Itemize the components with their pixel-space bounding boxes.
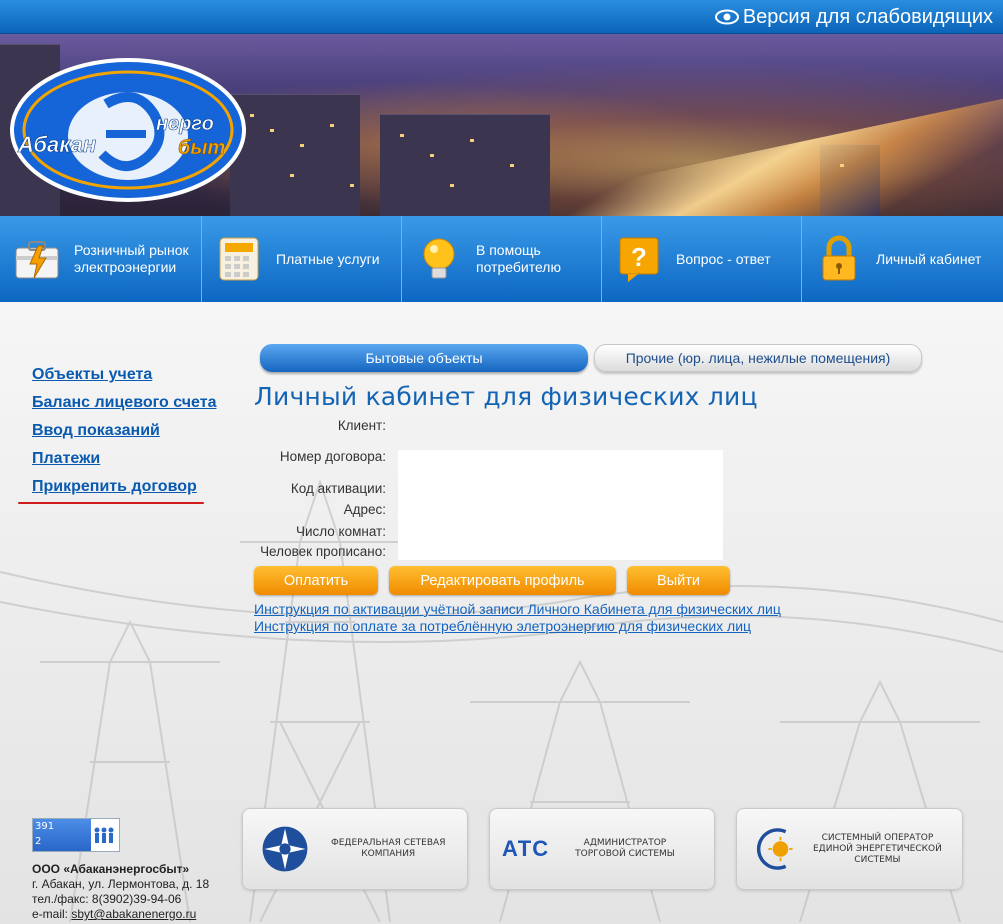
object-type-tabs: Бытовые объекты Прочие (юр. лица, нежилы…: [260, 344, 922, 372]
power-case-icon: [15, 241, 59, 279]
accessibility-version-label: Версия для слабовидящих: [742, 5, 993, 28]
visitor-counter[interactable]: 391 2: [32, 818, 120, 852]
main-nav: Розничный рынок электроэнергии Платные у…: [0, 216, 1003, 302]
activation-instruction-link[interactable]: Инструкция по активации учётной записи Л…: [254, 601, 781, 617]
question-icon: ?: [619, 237, 659, 282]
nav-item-faq[interactable]: ? Вопрос - ответ: [602, 216, 802, 302]
org-name: ООО «Абаканэнергосбыт»: [32, 862, 190, 876]
accessibility-version-link[interactable]: Версия для слабовидящих: [714, 4, 993, 30]
sidebar-item-attach-contract[interactable]: Прикрепить договор: [32, 478, 216, 496]
svg-text:Абакан: Абакан: [17, 132, 96, 157]
sidebar-menu: Объекты учета Баланс лицевого счета Ввод…: [32, 366, 216, 506]
header-banner: Абакан нерго быт: [0, 34, 1003, 216]
field-label-client: Клиент:: [337, 418, 386, 433]
nav-item-retail-market[interactable]: Розничный рынок электроэнергии: [0, 216, 202, 302]
field-label-address: Адрес:: [343, 502, 386, 517]
sidebar-item-enter-readings[interactable]: Ввод показаний: [32, 422, 216, 440]
nav-label: В помощь потребителю: [476, 242, 561, 275]
nav-item-paid-services[interactable]: Платные услуги: [202, 216, 402, 302]
counter-values: 391 2: [33, 819, 91, 851]
svg-text:быт: быт: [178, 137, 225, 159]
org-email-label: e-mail:: [32, 907, 69, 921]
counter-line-2: 2: [35, 836, 42, 847]
field-label-residents: Человек прописано:: [260, 544, 386, 559]
partner-text: ФЕДЕРАЛЬНАЯ СЕТЕВАЯ КОМПАНИЯ: [331, 838, 446, 859]
partner-so-ues[interactable]: СИСТЕМНЫЙ ОПЕРАТОР ЕДИНОЙ ЭНЕРГЕТИЧЕСКОЙ…: [736, 808, 963, 890]
pay-button[interactable]: Оплатить: [254, 566, 378, 595]
field-label-activation-code: Код активации:: [290, 481, 386, 496]
sidebar-item-payments[interactable]: Платежи: [32, 450, 216, 468]
page-title: Личный кабинет для физических лиц: [254, 382, 758, 411]
abakanenergosbyt-logo[interactable]: Абакан нерго быт: [8, 56, 248, 204]
sidebar-item-account-balance[interactable]: Баланс лицевого счета: [32, 394, 216, 412]
fsk-logo-icon: [262, 826, 308, 872]
organization-info: ООО «Абаканэнергосбыт» г. Абакан, ул. Ле…: [32, 862, 209, 922]
payment-instruction-link[interactable]: Инструкция по оплате за потреблённую эле…: [254, 618, 751, 634]
lock-icon: [822, 235, 856, 281]
nav-label: Платные услуги: [276, 250, 380, 267]
org-address: г. Абакан, ул. Лермонтова, д. 18: [32, 877, 210, 891]
partner-fsk[interactable]: ФЕДЕРАЛЬНАЯ СЕТЕВАЯ КОМПАНИЯ: [242, 808, 468, 890]
svg-text:нерго: нерго: [156, 113, 214, 135]
building: [380, 114, 550, 216]
top-bar: Версия для слабовидящих: [0, 0, 1003, 34]
calculator-icon: [219, 237, 259, 281]
nav-label: Личный кабинет: [876, 250, 982, 267]
sidebar-item-metering-objects[interactable]: Объекты учета: [32, 366, 216, 384]
nav-item-consumer-help[interactable]: В помощь потребителю: [402, 216, 602, 302]
nav-label: Розничный рынок электроэнергии: [74, 242, 189, 275]
people-icon: [94, 827, 114, 843]
building: [230, 94, 360, 216]
lightbulb-icon: [423, 238, 455, 279]
counter-line-1: 391: [35, 821, 55, 832]
main-content: Объекты учета Баланс лицевого счета Ввод…: [0, 302, 1003, 924]
field-label-contract-number: Номер договора:: [279, 449, 386, 464]
partner-text: АДМИНИСТРАТОР ТОРГОВОЙ СИСТЕМЫ: [575, 838, 675, 859]
edit-profile-button[interactable]: Редактировать профиль: [389, 566, 616, 595]
field-label-rooms: Число комнат:: [295, 524, 386, 539]
nav-item-personal-account[interactable]: Личный кабинет: [802, 216, 1003, 302]
eye-icon: [714, 9, 739, 25]
ats-logo: АТС: [502, 836, 550, 861]
partner-ats[interactable]: АТС АДМИНИСТРАТОР ТОРГОВОЙ СИСТЕМЫ: [489, 808, 715, 890]
partner-text: СИСТЕМНЫЙ ОПЕРАТОР ЕДИНОЙ ЭНЕРГЕТИЧЕСКОЙ…: [813, 832, 942, 865]
night-road-lights: [560, 95, 1003, 216]
org-phone: тел./факс: 8(3902)39-94-06: [32, 892, 182, 906]
org-email-link[interactable]: sbyt@abakanenergo.ru: [71, 907, 196, 921]
account-info-panel: [398, 450, 723, 560]
tab-other-objects[interactable]: Прочие (юр. лица, нежилые помещения): [594, 344, 922, 372]
so-ues-logo-icon: [757, 828, 793, 870]
red-highlight-underline: [18, 502, 204, 504]
logout-button[interactable]: Выйти: [627, 566, 730, 595]
tab-household-objects[interactable]: Бытовые объекты: [260, 344, 588, 372]
nav-label: Вопрос - ответ: [676, 250, 771, 267]
svg-text:?: ?: [631, 242, 647, 272]
